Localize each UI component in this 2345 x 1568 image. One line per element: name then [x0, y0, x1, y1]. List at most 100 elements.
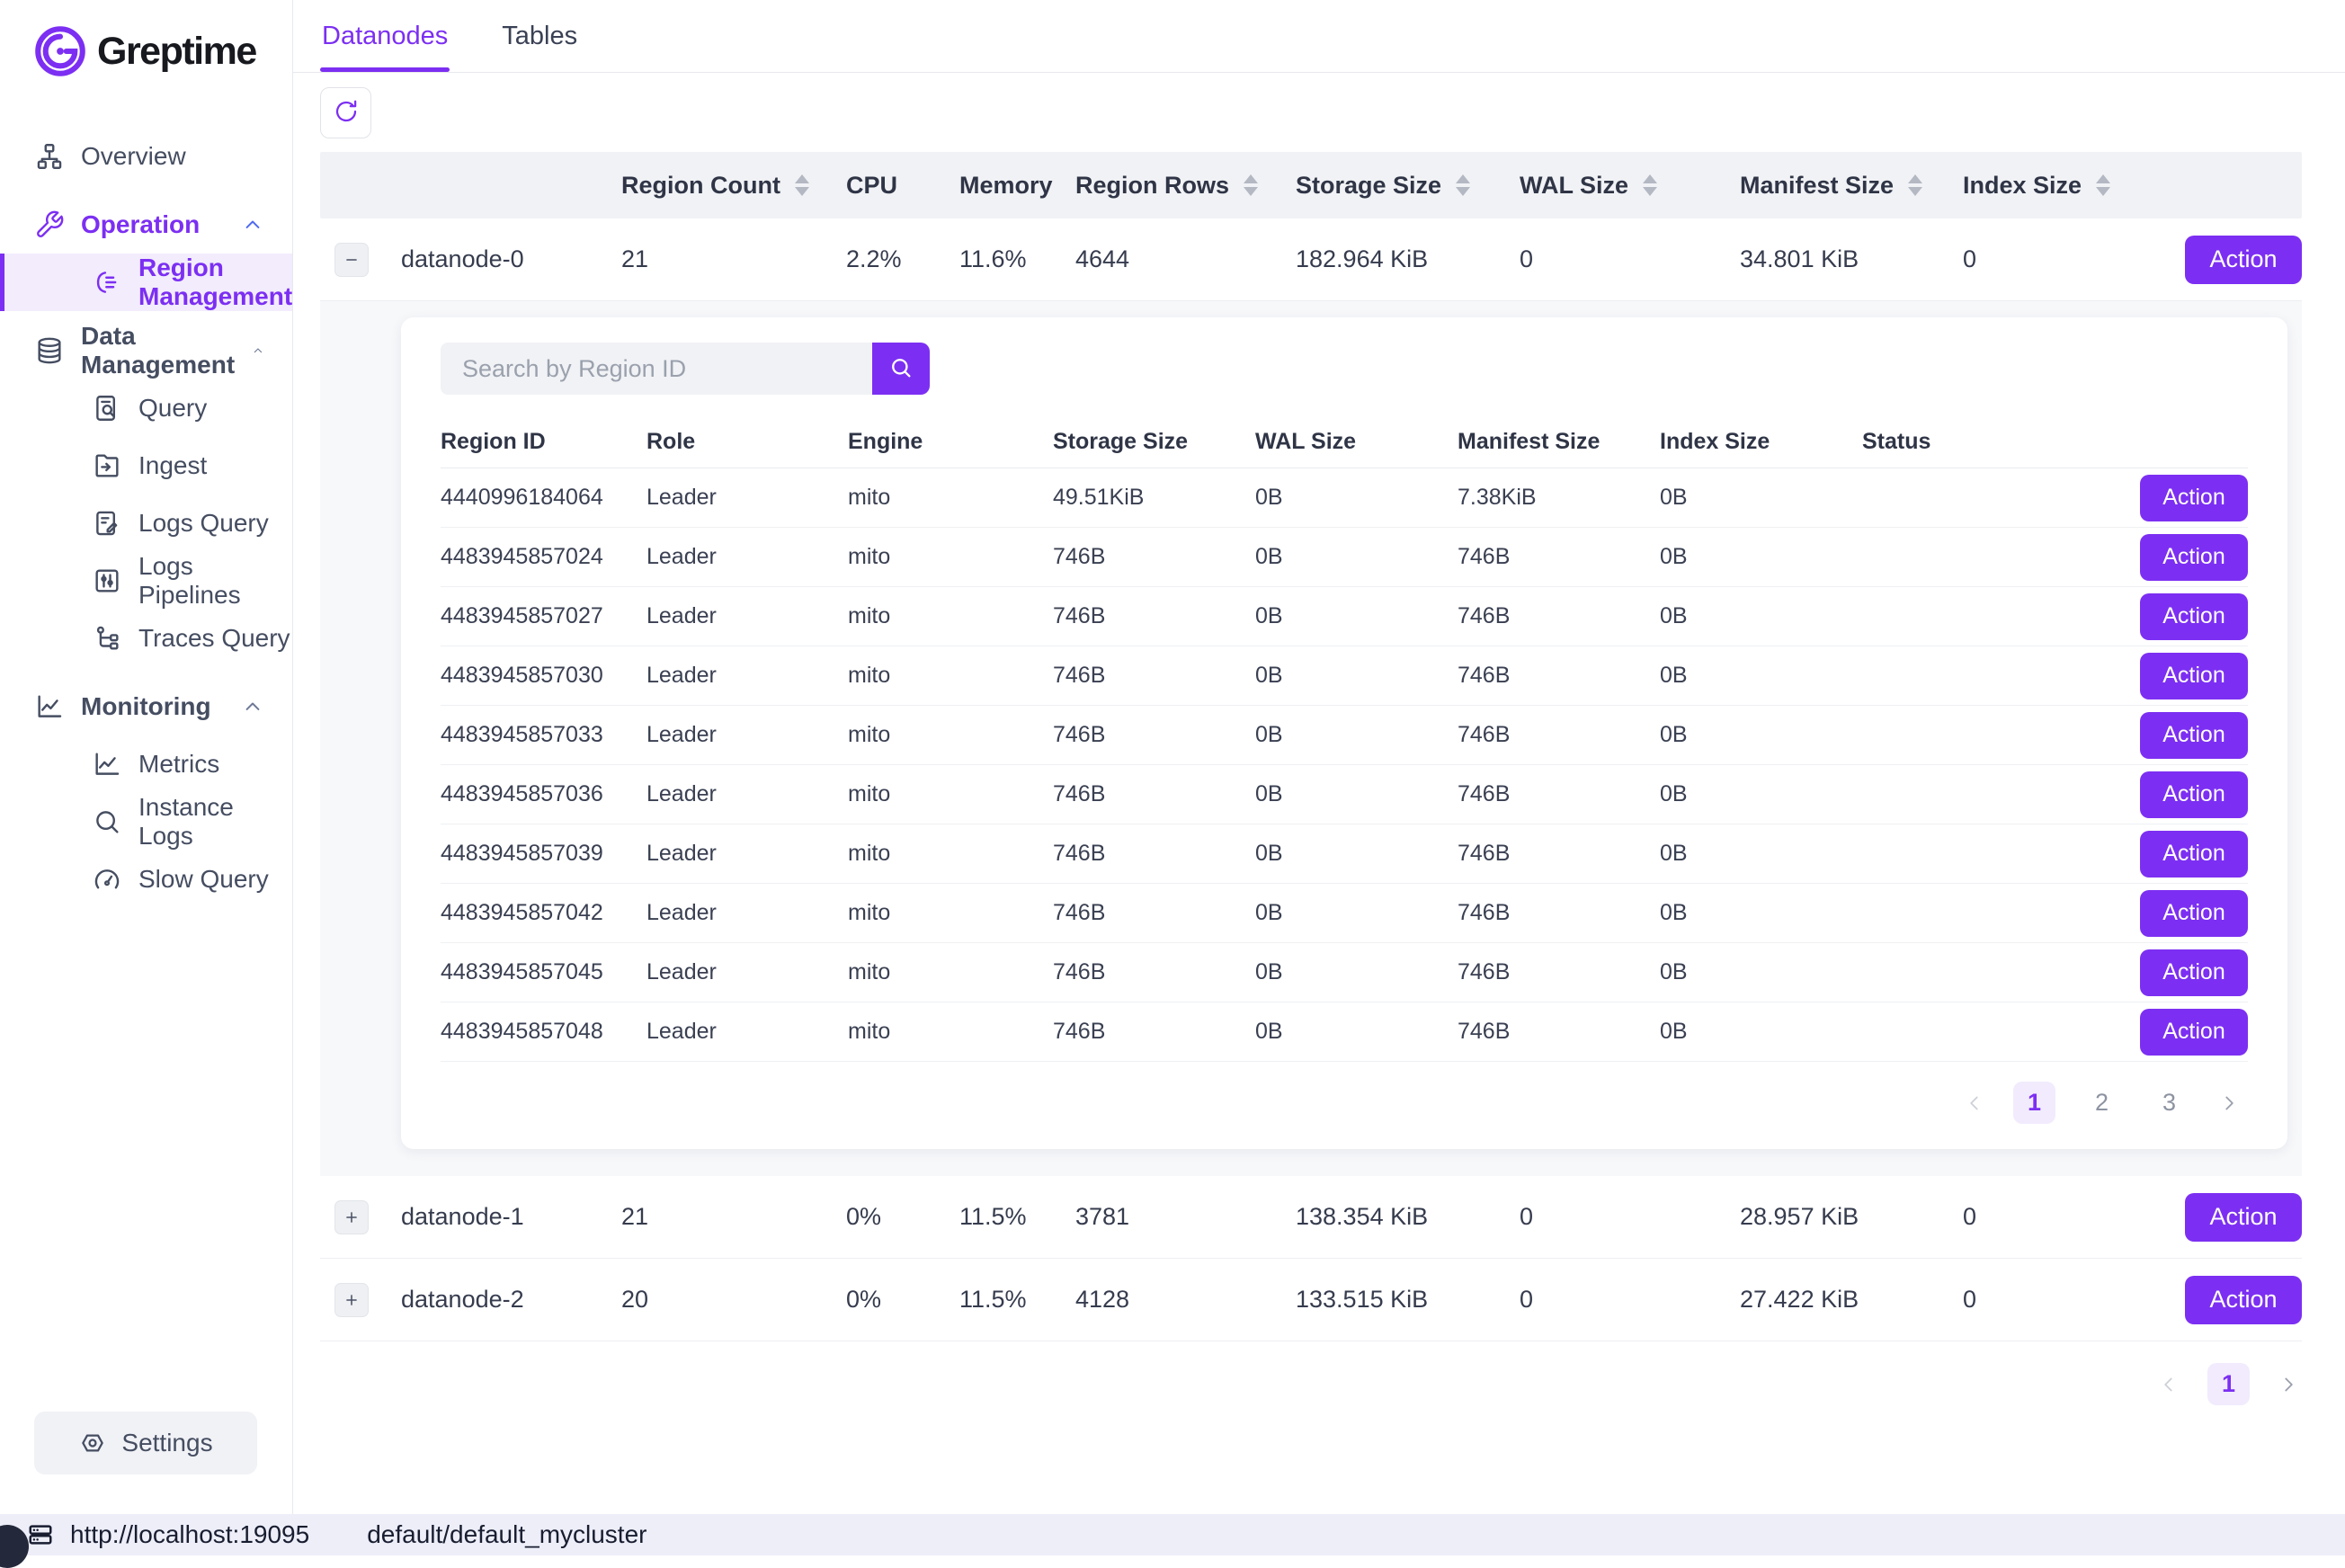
sidebar-item-monitoring[interactable]: Monitoring [0, 678, 292, 735]
action-button[interactable]: Action [2140, 534, 2248, 581]
region-storage-size: 746B [1053, 959, 1255, 985]
next-page-button[interactable] [2216, 1090, 2242, 1117]
sidebar-item-metrics[interactable]: Metrics [0, 735, 292, 793]
region-action-cell: Action [2064, 890, 2248, 937]
search-icon [888, 355, 914, 383]
collapse-button[interactable] [334, 243, 369, 277]
page-button-1[interactable]: 1 [2013, 1082, 2055, 1124]
datanode-region-rows: 4128 [1075, 1286, 1296, 1314]
column-header-wal-size[interactable]: WAL Size [1520, 172, 1740, 200]
sidebar-item-traces-query[interactable]: Traces Query [0, 610, 292, 667]
sidebar-item-data-management[interactable]: Data Management [0, 322, 292, 379]
region-region-id: 4483945857039 [441, 841, 646, 867]
sidebar-item-label: Ingest [138, 451, 207, 480]
refresh-icon [332, 97, 361, 129]
sort-icon[interactable] [2096, 174, 2110, 196]
action-button[interactable]: Action [2140, 949, 2248, 996]
sidebar-item-slow-query[interactable]: Slow Query [0, 851, 292, 908]
search-button[interactable] [872, 343, 930, 395]
action-cell: Action [2179, 1276, 2302, 1324]
sidebar-item-label: Instance Logs [138, 793, 292, 851]
sort-icon[interactable] [1244, 174, 1258, 196]
sidebar-item-operation[interactable]: Operation [0, 196, 292, 254]
page-button-2[interactable]: 2 [2081, 1082, 2123, 1124]
region-row: 4483945857033Leadermito746B0B746B0BActio… [441, 706, 2248, 765]
action-button-label: Action [2162, 959, 2225, 985]
search-input[interactable] [441, 343, 872, 395]
greptime-logo-icon [34, 25, 86, 77]
region-action-cell: Action [2064, 653, 2248, 699]
region-manifest-size: 7.38KiB [1458, 485, 1660, 511]
action-button-label: Action [2162, 900, 2225, 926]
action-button[interactable]: Action [2140, 831, 2248, 878]
action-button[interactable]: Action [2140, 890, 2248, 937]
page-button-1[interactable]: 1 [2207, 1363, 2250, 1405]
prev-page-button[interactable] [2155, 1371, 2182, 1398]
expand-cell [320, 243, 401, 277]
sidebar-item-query[interactable]: Query [0, 379, 292, 437]
sidebar-item-instance-logs[interactable]: Instance Logs [0, 793, 292, 851]
expand-button[interactable] [334, 1283, 369, 1317]
datanode-storage-size: 133.515 KiB [1296, 1286, 1520, 1314]
column-header-index-size[interactable]: Index Size [1963, 172, 2179, 200]
tab-tables[interactable]: Tables [500, 0, 579, 72]
sidebar-item-logs-query[interactable]: Logs Query [0, 494, 292, 552]
settings-button[interactable]: Settings [34, 1412, 257, 1474]
region-card: Region IDRoleEngineStorage SizeWAL SizeM… [401, 317, 2287, 1149]
region-action-cell: Action [2064, 949, 2248, 996]
region-role: Leader [646, 1019, 848, 1045]
region-action-cell: Action [2064, 534, 2248, 581]
action-button[interactable]: Action [2140, 475, 2248, 521]
region-column-header-storage-size: Storage Size [1053, 429, 1255, 455]
region-manifest-size: 746B [1458, 544, 1660, 570]
column-header-label: Index Size [1963, 172, 2082, 200]
expand-button[interactable] [334, 1200, 369, 1234]
action-button[interactable]: Action [2140, 653, 2248, 699]
action-button[interactable]: Action [2185, 1193, 2302, 1242]
datanode-memory: 11.5% [959, 1203, 1075, 1231]
sort-icon[interactable] [795, 174, 809, 196]
region-column-header-index-size: Index Size [1660, 429, 1862, 455]
sidebar-item-overview[interactable]: Overview [0, 128, 292, 185]
datanode-cpu: 0% [846, 1286, 959, 1314]
datanodes-table-header: Region CountCPUMemoryRegion RowsStorage … [320, 152, 2302, 218]
sidebar-item-label: Operation [81, 210, 200, 239]
datanode-index-size: 0 [1963, 1286, 2179, 1314]
prev-page-button[interactable] [1961, 1090, 1988, 1117]
action-button[interactable]: Action [2140, 712, 2248, 759]
action-button[interactable]: Action [2185, 236, 2302, 284]
region-row: 4483945857030Leadermito746B0B746B0BActio… [441, 646, 2248, 706]
column-header-storage-size[interactable]: Storage Size [1296, 172, 1520, 200]
region-wal-size: 0B [1255, 781, 1458, 807]
region-storage-size: 746B [1053, 544, 1255, 570]
datanode-manifest-size: 27.422 KiB [1740, 1286, 1963, 1314]
column-header-manifest-size[interactable]: Manifest Size [1740, 172, 1963, 200]
sort-icon[interactable] [1643, 174, 1657, 196]
sidebar-item-logs-pipelines[interactable]: Logs Pipelines [0, 552, 292, 610]
column-header-region-count[interactable]: Region Count [621, 172, 846, 200]
sidebar-item-ingest[interactable]: Ingest [0, 437, 292, 494]
column-header-region-rows[interactable]: Region Rows [1075, 172, 1296, 200]
region-action-cell: Action [2064, 771, 2248, 818]
action-button[interactable]: Action [2140, 1009, 2248, 1056]
tab-datanodes[interactable]: Datanodes [320, 0, 450, 72]
datanode-manifest-size: 28.957 KiB [1740, 1203, 1963, 1231]
datanode-region-count: 20 [621, 1286, 846, 1314]
tab-tables-label: Tables [502, 22, 577, 51]
region-index-size: 0B [1660, 1019, 1862, 1045]
sidebar-item-region-management[interactable]: Region Management [0, 254, 292, 311]
sidebar-item-label: Data Management [81, 322, 235, 379]
page-button-3[interactable]: 3 [2148, 1082, 2190, 1124]
next-page-button[interactable] [2275, 1371, 2302, 1398]
logo[interactable]: Greptime [0, 20, 292, 83]
region-row: 4483945857024Leadermito746B0B746B0BActio… [441, 528, 2248, 587]
action-button[interactable]: Action [2140, 593, 2248, 640]
region-index-size: 0B [1660, 544, 1862, 570]
action-button[interactable]: Action [2185, 1276, 2302, 1324]
sidebar-item-label: Slow Query [138, 865, 269, 894]
gauge-icon [92, 864, 122, 895]
refresh-button[interactable] [320, 87, 371, 138]
sort-icon[interactable] [1456, 174, 1470, 196]
action-button[interactable]: Action [2140, 771, 2248, 818]
sort-icon[interactable] [1908, 174, 1922, 196]
